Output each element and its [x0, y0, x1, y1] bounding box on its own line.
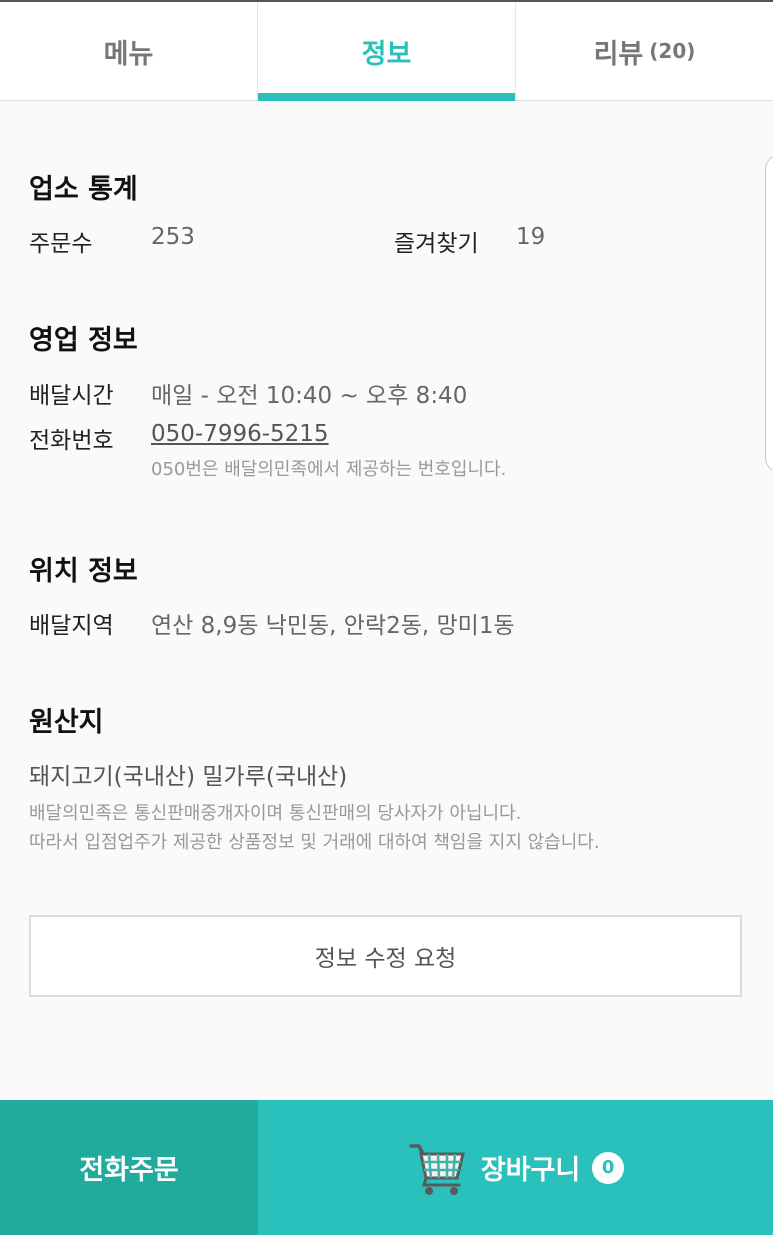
- cart-button[interactable]: 장바구니 0: [258, 1100, 773, 1235]
- tab-info-label: 정보: [361, 38, 412, 70]
- tab-reviews[interactable]: 리뷰 (20): [515, 2, 773, 100]
- origin-title: 원산지: [29, 707, 104, 738]
- disclaimer: 배달의민족은 통신판매중개자이며 통신판매의 당사자가 아닙니다. 따라서 입점…: [29, 799, 600, 857]
- area-label: 배달지역: [29, 613, 114, 639]
- orders-label: 주문수: [29, 231, 93, 257]
- disclaimer-line-2: 따라서 입점업주가 제공한 상품정보 및 거래에 대하여 책임을 지지 않습니다…: [29, 832, 600, 853]
- cart-count-badge: 0: [592, 1151, 625, 1184]
- phone-link[interactable]: 050-7996-5215: [151, 421, 329, 447]
- phone-order-button[interactable]: 전화주문: [0, 1100, 258, 1235]
- cart-label: 장바구니: [480, 1155, 581, 1186]
- origin-text: 돼지고기(국내산) 밀가루(국내산): [29, 764, 348, 790]
- side-panel-edge[interactable]: [765, 155, 773, 472]
- tab-info[interactable]: 정보: [257, 2, 515, 101]
- disclaimer-line-1: 배달의민족은 통신판매중개자이며 통신판매의 당사자가 아닙니다.: [29, 803, 522, 824]
- favorites-value: 19: [516, 224, 546, 250]
- area-value: 연산 8,9동 낙민동, 안락2동, 망미1동: [151, 613, 515, 639]
- tab-menu-label: 메뉴: [103, 38, 154, 70]
- tab-menu[interactable]: 메뉴: [0, 2, 257, 100]
- location-title: 위치 정보: [29, 556, 138, 587]
- tab-reviews-label: 리뷰: [593, 38, 644, 70]
- favorites-label: 즐겨찾기: [394, 231, 479, 257]
- business-title: 영업 정보: [29, 325, 138, 356]
- orders-value: 253: [151, 224, 195, 250]
- bottom-bar: 전화주문 장바구니 0: [0, 1100, 773, 1235]
- edit-request-button[interactable]: 정보 수정 요청: [29, 915, 742, 997]
- hours-label: 배달시간: [29, 383, 114, 409]
- tab-bar: 메뉴 정보 리뷰 (20): [0, 2, 773, 101]
- hours-value: 매일 - 오전 10:40 ~ 오후 8:40: [151, 383, 468, 409]
- phone-note: 050번은 배달의민족에서 제공하는 번호입니다.: [151, 459, 507, 480]
- stats-title: 업소 통계: [29, 174, 138, 205]
- tab-reviews-count: (20): [649, 39, 696, 63]
- cart-icon: [409, 1143, 465, 1195]
- phone-label: 전화번호: [29, 428, 114, 454]
- phone-order-label: 전화주문: [79, 1155, 179, 1186]
